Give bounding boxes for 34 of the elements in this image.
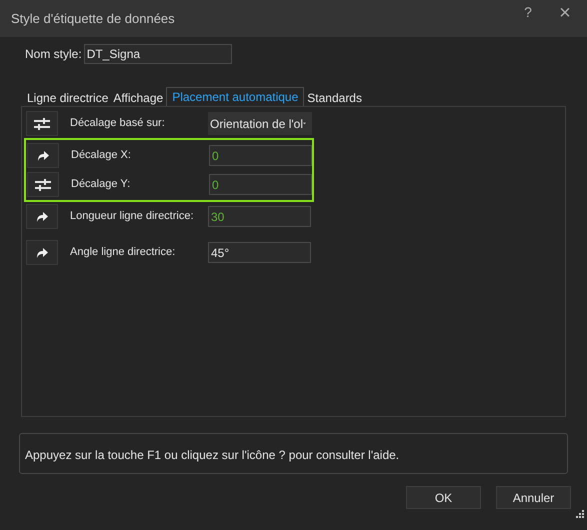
tab[interactable]: Ligne directrice <box>25 89 110 106</box>
curved-arrow-icon <box>36 246 48 258</box>
row-icon-button[interactable] <box>27 143 59 168</box>
name-field[interactable]: DT_Signa <box>84 44 232 64</box>
offset-dropdown[interactable]: Orientation de l'ol <box>208 112 312 135</box>
value-field[interactable]: 0 <box>209 174 312 195</box>
tab[interactable]: Placement automatique <box>166 87 304 106</box>
tab[interactable]: Affichage <box>111 89 166 106</box>
value-field[interactable]: 0 <box>209 145 312 166</box>
row-icon-button[interactable] <box>26 240 58 265</box>
caret-icon <box>303 122 306 125</box>
row-icon-button[interactable] <box>26 111 58 136</box>
resize-grip-icon <box>576 510 584 518</box>
value-field[interactable]: 45° <box>208 242 311 263</box>
curved-arrow-icon <box>36 150 50 162</box>
row-label: Décalage X: <box>71 148 132 164</box>
window-title: Style d'étiquette de données <box>11 10 176 28</box>
row-icon-button[interactable] <box>26 204 58 229</box>
help-button[interactable]: ? <box>513 2 543 23</box>
row-label: Décalage basé sur: <box>70 116 166 132</box>
tab[interactable]: Standards <box>305 89 364 106</box>
row-label: Décalage Y: <box>71 177 132 192</box>
cancel-button[interactable]: Annuler <box>496 486 571 509</box>
close-button[interactable]: × <box>543 0 587 28</box>
sliders-icon <box>35 178 51 190</box>
row-label: Longueur ligne directrice: <box>70 209 195 224</box>
name-label: Nom style: <box>25 46 82 63</box>
row-label: Angle ligne directrice: <box>70 245 176 260</box>
row-icon-button[interactable] <box>27 172 59 197</box>
help-text: Appuyez sur la touche F1 ou cliquez sur l'icône ? pour consulter l'aide. <box>25 448 400 462</box>
value-field[interactable]: 30 <box>208 206 311 227</box>
sliders-icon <box>34 118 50 130</box>
ok-button[interactable]: OK <box>406 486 481 509</box>
curved-arrow-icon <box>36 210 48 222</box>
